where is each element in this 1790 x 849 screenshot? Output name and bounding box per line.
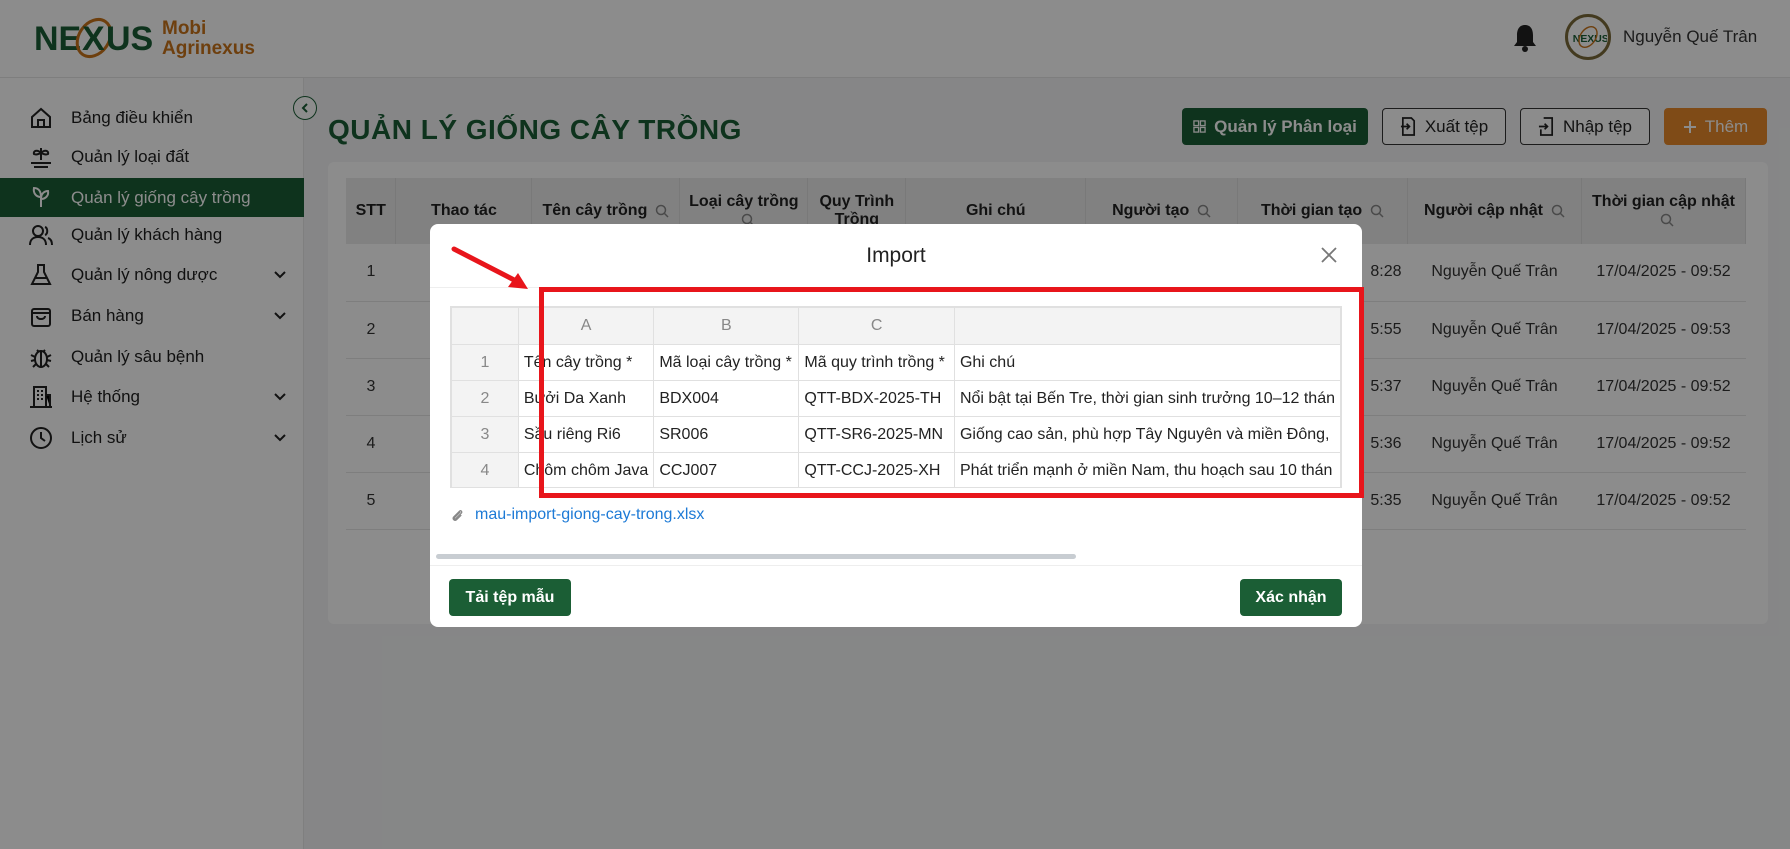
modal-divider: [430, 287, 1362, 288]
sheet-cell: SR006: [653, 416, 800, 453]
column-letter: A: [517, 307, 655, 345]
sheet-cell: Ghi chú: [953, 344, 1341, 381]
sheet-row: 3 Sầu riêng Ri6 SR006 QTT-SR6-2025-MN Gi…: [451, 416, 1341, 453]
sheet-cell: QTT-BDX-2025-TH: [798, 380, 955, 417]
horizontal-scrollbar[interactable]: [436, 554, 1076, 559]
import-modal: Import A B C 1 Tên cây trồng * Mã loại c…: [430, 224, 1362, 627]
sheet-row: 2 Bưởi Da Xanh BDX004 QTT-BDX-2025-TH Nổ…: [451, 380, 1341, 417]
column-letter: B: [653, 307, 800, 345]
sheet-cell: Nổi bật tại Bến Tre, thời gian sinh trưở…: [953, 380, 1341, 417]
sheet-cell: Chôm chôm Java: [517, 452, 655, 487]
paperclip-icon: [452, 509, 463, 521]
row-number: 3: [451, 416, 519, 453]
row-number: 4: [451, 452, 519, 487]
modal-title: Import: [866, 244, 926, 267]
column-letter: [953, 307, 1341, 345]
sheet-row: 4 Chôm chôm Java CCJ007 QTT-CCJ-2025-XH …: [451, 452, 1341, 487]
corner-cell: [451, 307, 519, 345]
sheet-cell: CCJ007: [653, 452, 800, 487]
modal-footer-divider: [430, 565, 1362, 566]
row-number: 2: [451, 380, 519, 417]
sheet-cell: BDX004: [653, 380, 800, 417]
confirm-button[interactable]: Xác nhận: [1240, 579, 1342, 616]
column-letter-row: A B C: [451, 307, 1341, 345]
sheet-cell: Tên cây trồng *: [517, 344, 655, 381]
sheet-row: 1 Tên cây trồng * Mã loại cây trồng * Mã…: [451, 344, 1341, 381]
spreadsheet-table: A B C 1 Tên cây trồng * Mã loại cây trồn…: [451, 307, 1341, 487]
column-letter: C: [798, 307, 955, 345]
sheet-cell: Mã loại cây trồng *: [653, 344, 800, 381]
attached-file[interactable]: mau-import-giong-cay-trong.xlsx: [450, 506, 704, 524]
sheet-cell: QTT-CCJ-2025-XH: [798, 452, 955, 487]
row-number: 1: [451, 344, 519, 381]
sheet-cell: Mã quy trình trồng *: [798, 344, 955, 381]
sheet-cell: QTT-SR6-2025-MN: [798, 416, 955, 453]
close-icon[interactable]: [1320, 246, 1338, 264]
download-template-button[interactable]: Tải tệp mẫu: [449, 579, 571, 616]
sheet-cell: Phát triển mạnh ở miền Nam, thu hoạch sa…: [953, 452, 1341, 487]
spreadsheet-preview[interactable]: A B C 1 Tên cây trồng * Mã loại cây trồn…: [450, 306, 1342, 488]
sheet-cell: Sầu riêng Ri6: [517, 416, 655, 453]
sheet-cell: Bưởi Da Xanh: [517, 380, 655, 417]
file-name-link[interactable]: mau-import-giong-cay-trong.xlsx: [475, 506, 704, 524]
sheet-cell: Giống cao sản, phù hợp Tây Nguyên và miề…: [953, 416, 1341, 453]
